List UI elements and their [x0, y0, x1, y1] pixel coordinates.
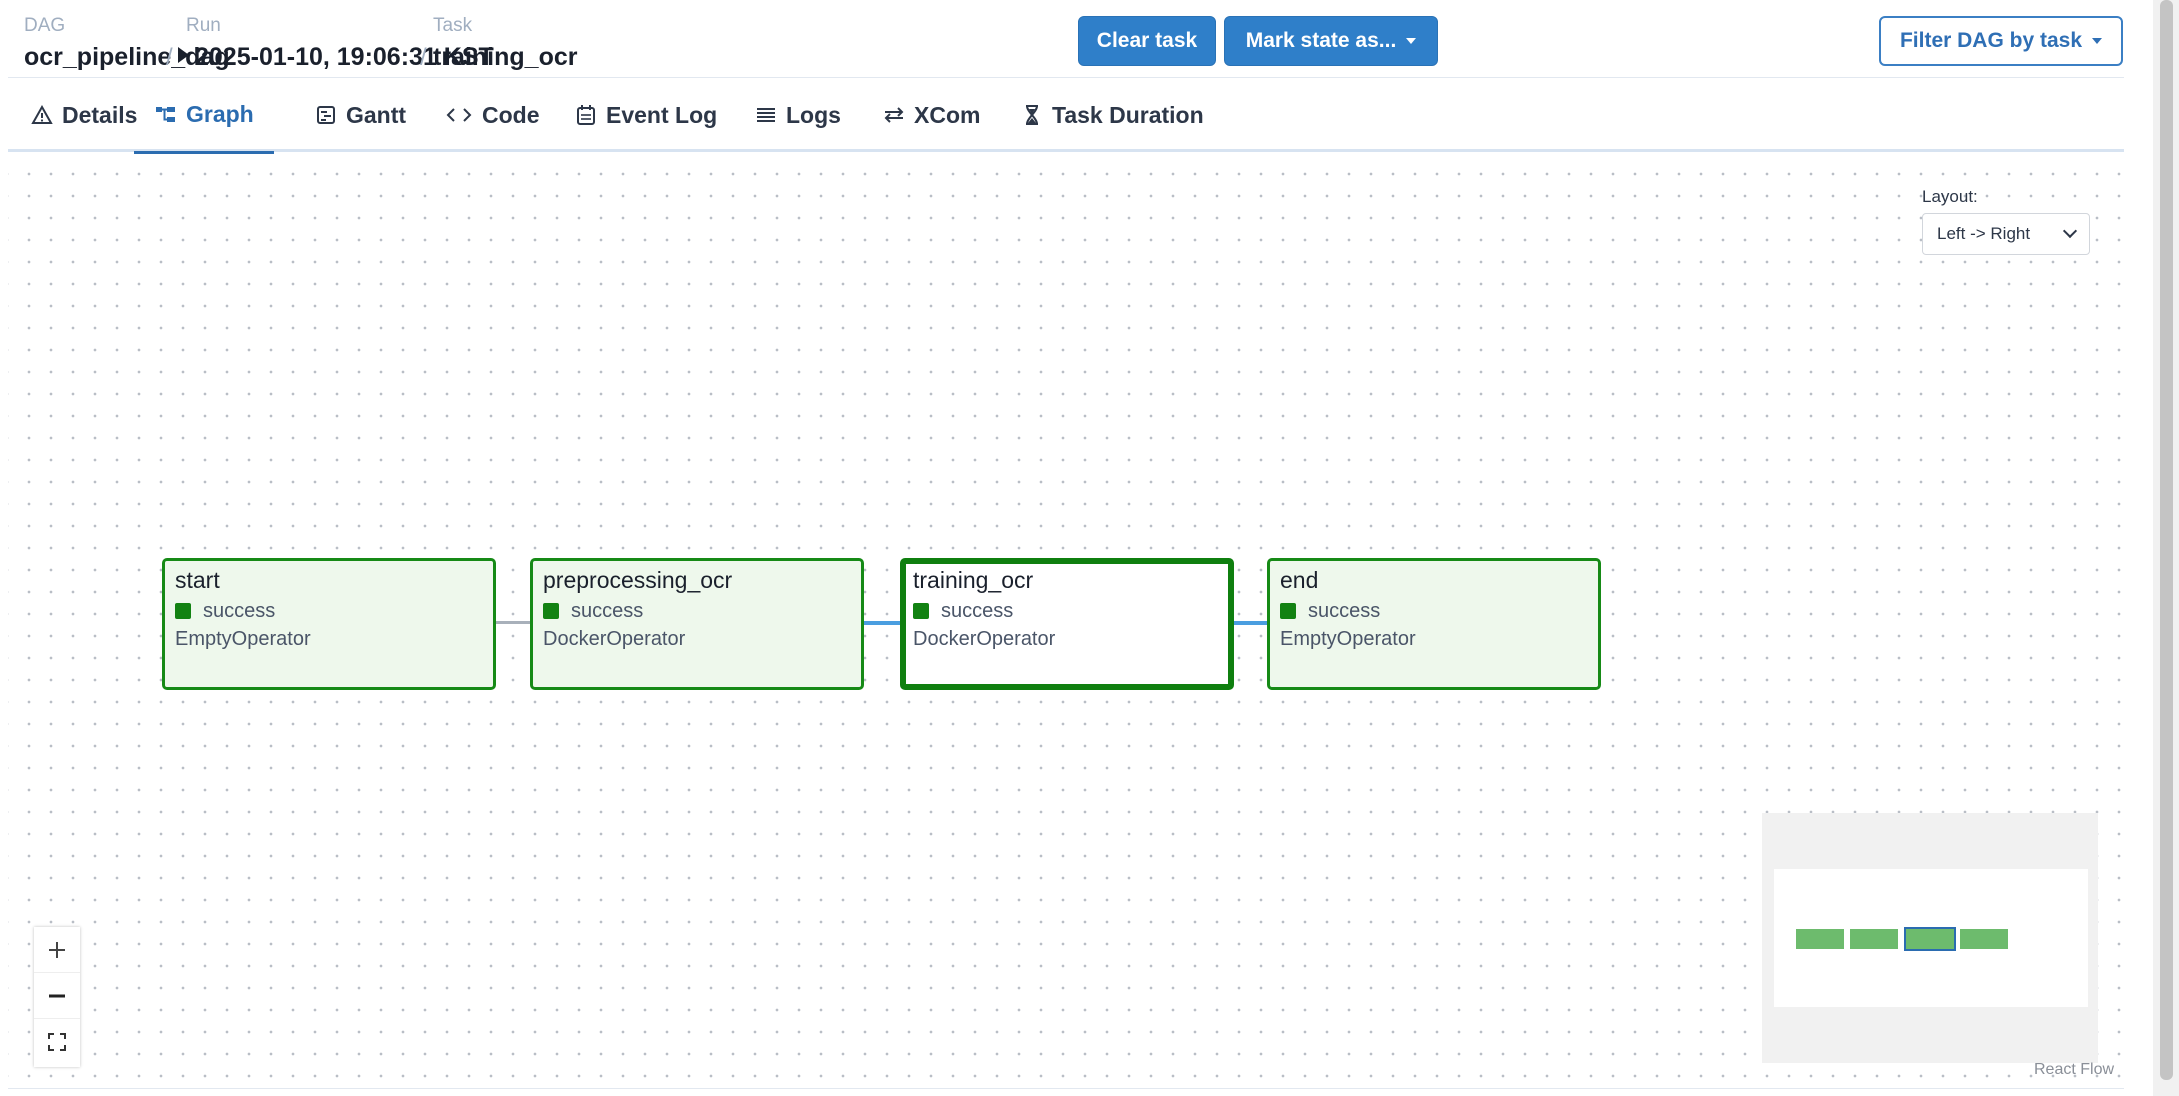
- task-node-state: success: [913, 597, 1221, 625]
- task-node-operator: DockerOperator: [543, 628, 686, 650]
- minus-icon: [49, 994, 65, 997]
- graph-canvas[interactable]: Layout: Left -> Right start success Empt…: [8, 155, 2124, 1089]
- tab-xcom[interactable]: XCom: [882, 78, 980, 152]
- task-node-state: success: [1280, 597, 1588, 625]
- code-icon: [444, 103, 474, 127]
- xcom-icon: [882, 103, 906, 127]
- tab-details[interactable]: Details: [30, 78, 137, 152]
- task-node-start[interactable]: start success EmptyOperator: [162, 558, 496, 690]
- filter-dag-by-task-button[interactable]: Filter DAG by task: [1879, 16, 2123, 66]
- task-node-name: start: [175, 567, 220, 593]
- task-node-state-label: success: [941, 600, 1014, 622]
- tab-task-duration[interactable]: Task Duration: [1020, 78, 1204, 152]
- minimap-node: [1796, 929, 1844, 949]
- breadcrumb-task-value[interactable]: training_ocr: [433, 42, 577, 72]
- tab-graph[interactable]: Graph: [134, 78, 274, 154]
- task-node-state-label: success: [203, 600, 276, 622]
- react-flow-attribution[interactable]: React Flow: [2034, 1061, 2114, 1079]
- hourglass-icon: [1020, 103, 1044, 127]
- task-node-state: success: [543, 597, 851, 625]
- breadcrumb-separator: /: [166, 44, 173, 71]
- clear-task-button[interactable]: Clear task: [1078, 16, 1216, 66]
- task-node-state-label: success: [1308, 600, 1381, 622]
- play-icon: [178, 47, 189, 63]
- tab-gantt[interactable]: Gantt: [314, 78, 406, 152]
- minimap[interactable]: [1762, 813, 2098, 1063]
- success-status-icon: [913, 603, 929, 619]
- task-node-preprocessing-ocr[interactable]: preprocessing_ocr success DockerOperator: [530, 558, 864, 690]
- layout-select-value: Left -> Right: [1937, 224, 2031, 243]
- task-node-training-ocr[interactable]: training_ocr success DockerOperator: [900, 558, 1234, 690]
- minimap-node: [1960, 929, 2008, 949]
- layout-label: Layout:: [1922, 187, 1978, 206]
- task-node-state: success: [175, 597, 483, 625]
- minimap-node-selected: [1904, 927, 1956, 951]
- warning-triangle-icon: [30, 103, 54, 127]
- scrollbar-thumb[interactable]: [2160, 0, 2173, 1080]
- success-status-icon: [175, 603, 191, 619]
- breadcrumb-separator: /: [420, 44, 427, 71]
- page-scrollbar[interactable]: [2153, 0, 2179, 1096]
- task-node-operator: EmptyOperator: [1280, 628, 1416, 650]
- chevron-down-icon: [2062, 223, 2078, 239]
- breadcrumb-task[interactable]: Task training_ocr: [433, 16, 577, 72]
- layout-select[interactable]: Left -> Right: [1922, 213, 2090, 255]
- page-header: DAG ocr_pipeline_dag / Run 2025-01-10, 1…: [8, 4, 2124, 78]
- plus-icon: [49, 941, 65, 958]
- tab-code[interactable]: Code: [444, 78, 540, 152]
- tab-label: Details: [62, 101, 138, 128]
- task-node-state-label: success: [571, 600, 644, 622]
- tab-label: Graph: [186, 101, 254, 127]
- tab-label: Task Duration: [1052, 101, 1204, 128]
- task-node-name: training_ocr: [913, 567, 1034, 593]
- task-node-operator: DockerOperator: [913, 628, 1056, 650]
- graph-icon: [154, 103, 178, 127]
- task-node-name: end: [1280, 567, 1319, 593]
- fit-view-button[interactable]: [34, 1019, 80, 1065]
- tab-logs[interactable]: Logs: [754, 78, 841, 152]
- success-status-icon: [543, 603, 559, 619]
- minimap-node: [1850, 929, 1898, 949]
- gantt-icon: [314, 103, 338, 127]
- tab-label: Gantt: [346, 101, 407, 128]
- tab-label: XCom: [914, 101, 981, 128]
- clear-task-label: Clear task: [1096, 29, 1198, 52]
- tab-bar: Details Graph Gantt Code Event Log Logs …: [8, 78, 2124, 154]
- task-node-operator: EmptyOperator: [175, 628, 311, 650]
- tab-label: Logs: [786, 101, 841, 128]
- breadcrumb-task-label: Task: [433, 15, 473, 36]
- zoom-out-button[interactable]: [34, 973, 80, 1019]
- event-log-icon: [574, 103, 598, 127]
- fit-view-icon: [48, 1033, 66, 1051]
- zoom-controls: [34, 927, 80, 1067]
- caret-down-icon: [2092, 38, 2103, 44]
- filter-dag-label: Filter DAG by task: [1899, 29, 2083, 52]
- mark-state-label: Mark state as...: [1245, 29, 1397, 52]
- success-status-icon: [1280, 603, 1296, 619]
- mark-state-button[interactable]: Mark state as...: [1224, 16, 1438, 66]
- caret-down-icon: [1406, 38, 1417, 44]
- zoom-in-button[interactable]: [34, 927, 80, 973]
- task-node-name: preprocessing_ocr: [543, 567, 733, 593]
- task-node-end[interactable]: end success EmptyOperator: [1267, 558, 1601, 690]
- tab-label: Code: [482, 101, 540, 128]
- tab-event-log[interactable]: Event Log: [574, 78, 717, 152]
- logs-icon: [754, 103, 778, 127]
- airflow-dag-run-view: DAG ocr_pipeline_dag / Run 2025-01-10, 1…: [0, 0, 2179, 1096]
- tab-label: Event Log: [606, 101, 718, 128]
